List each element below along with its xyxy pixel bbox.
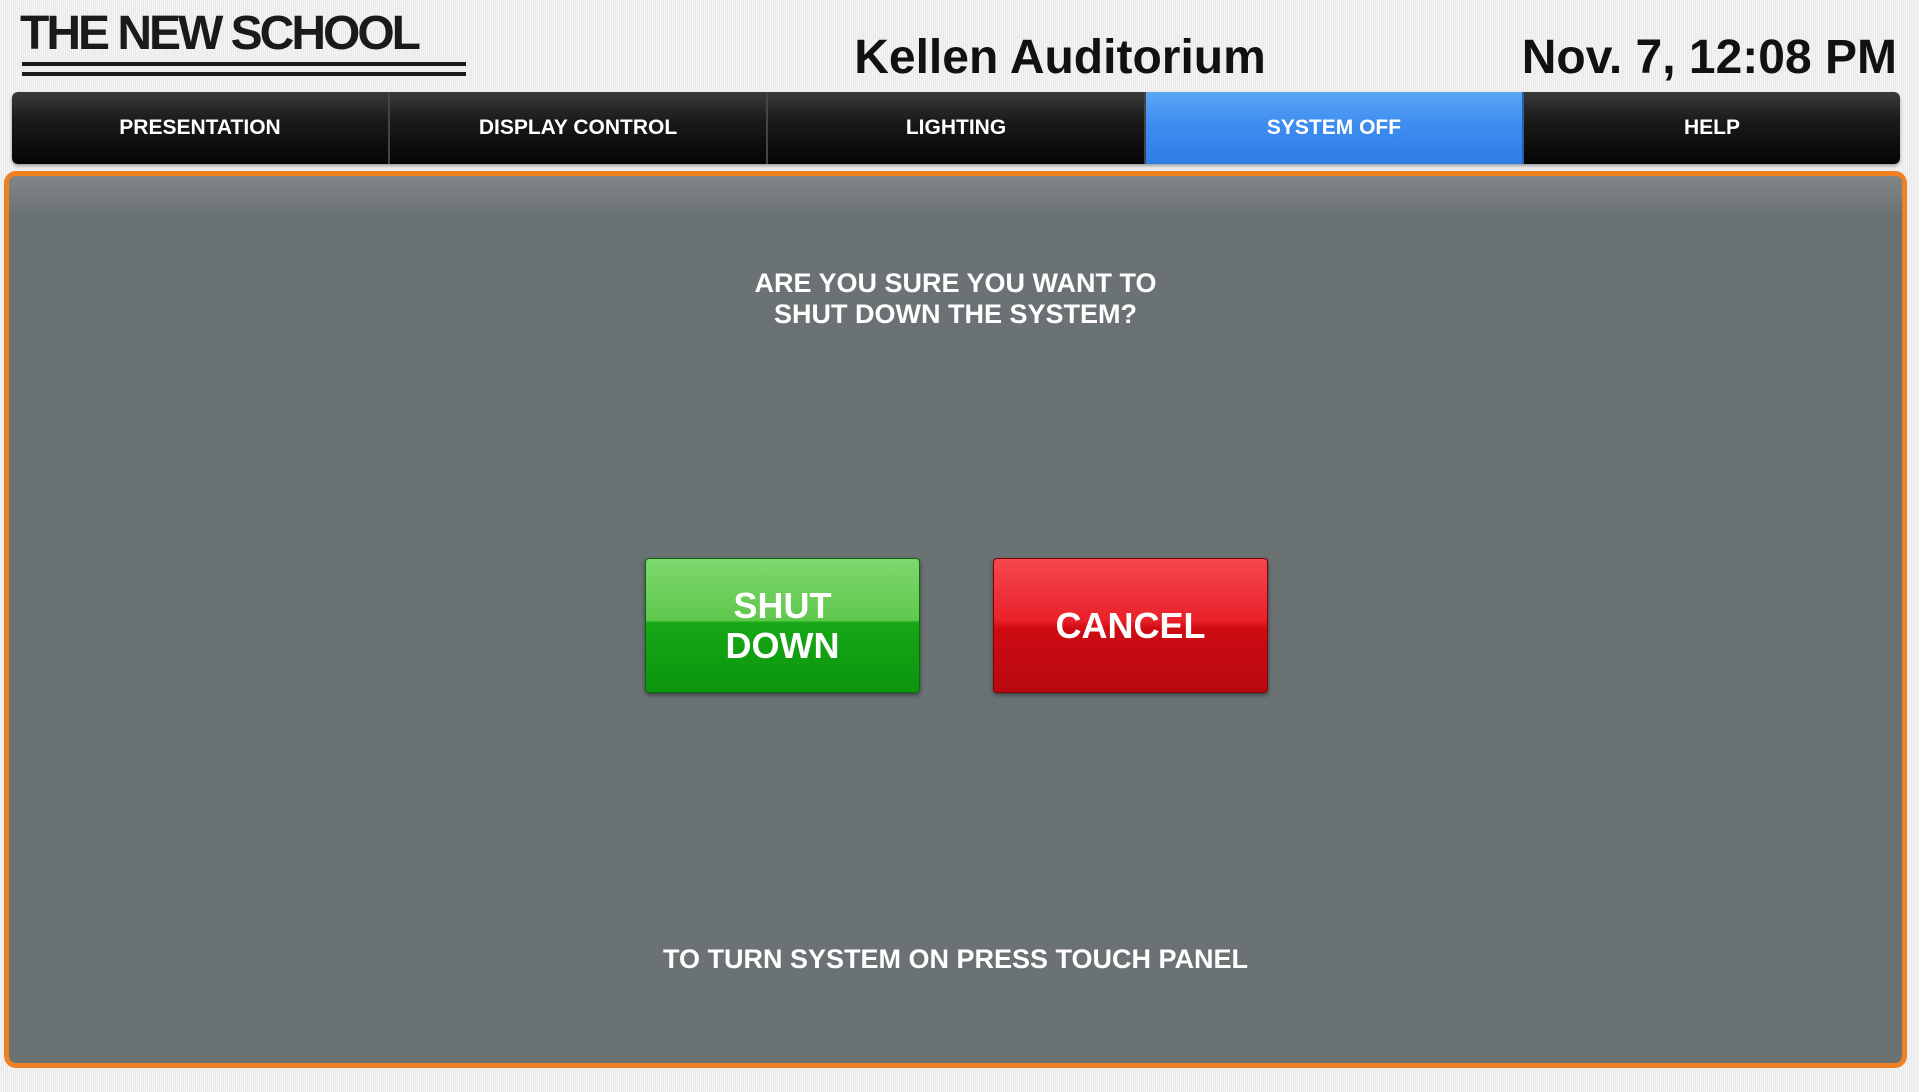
tab-presentation[interactable]: PRESENTATION [12, 92, 390, 164]
system-off-panel: ARE YOU SURE YOU WANT TO SHUT DOWN THE S… [4, 171, 1907, 1068]
shut-down-label-line-2: DOWN [725, 624, 840, 666]
tab-display-control[interactable]: DISPLAY CONTROL [390, 92, 768, 164]
logo-wordmark: THE NEW SCHOOL [20, 7, 421, 60]
main-nav-tabs: PRESENTATION DISPLAY CONTROL LIGHTING SY… [12, 92, 1900, 164]
shutdown-confirmation-question: ARE YOU SURE YOU WANT TO SHUT DOWN THE S… [9, 268, 1902, 330]
question-line-1: ARE YOU SURE YOU WANT TO [754, 268, 1157, 298]
shut-down-button[interactable]: SHUT DOWN [645, 558, 920, 693]
new-school-logo: THE NEW SCHOOL [20, 8, 470, 82]
shut-down-button-label: SHUT DOWN [725, 584, 840, 666]
cancel-button-label: CANCEL [1055, 604, 1206, 646]
logo-rule-top [22, 62, 466, 66]
room-title: Kellen Auditorium [854, 31, 1266, 84]
question-line-2: SHUT DOWN THE SYSTEM? [774, 299, 1137, 329]
tab-lighting[interactable]: LIGHTING [768, 92, 1146, 164]
tab-system-off[interactable]: SYSTEM OFF [1146, 92, 1524, 164]
date-time-display: Nov. 7, 12:08 PM [1521, 31, 1897, 84]
power-on-instruction: TO TURN SYSTEM ON PRESS TOUCH PANEL [662, 944, 1249, 974]
panel-header-band [9, 176, 1902, 216]
shut-down-label-line-1: SHUT [733, 584, 832, 626]
cancel-button[interactable]: CANCEL [993, 558, 1268, 693]
tab-help[interactable]: HELP [1524, 92, 1900, 164]
logo-rule-bottom [22, 72, 466, 76]
